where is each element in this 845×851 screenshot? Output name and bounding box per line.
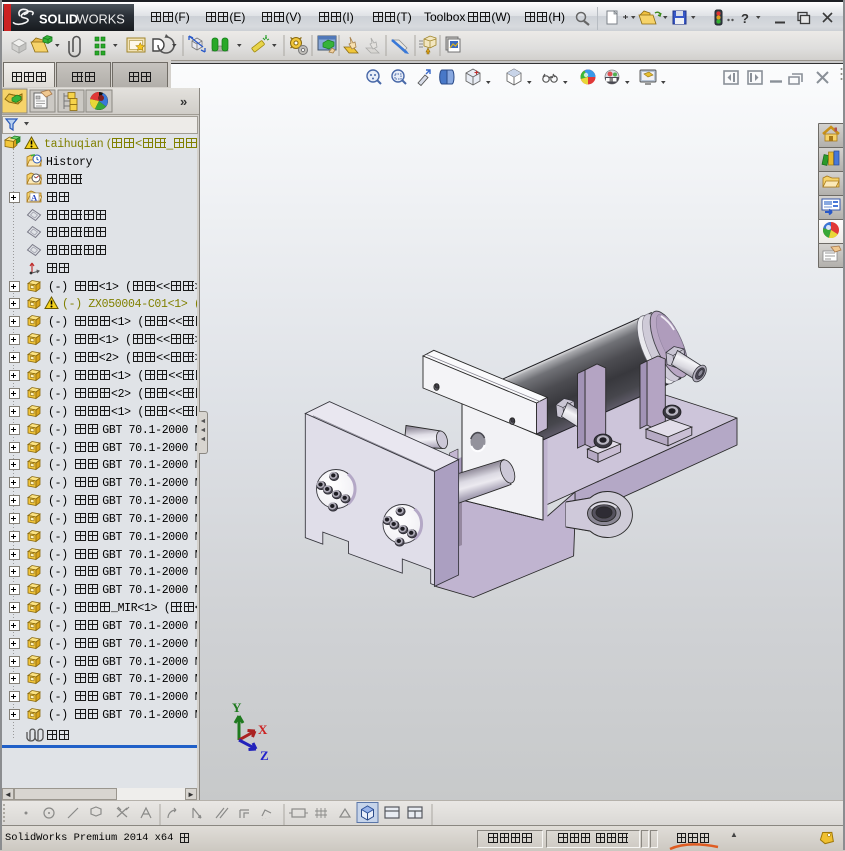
svg-text:Y: Y [232,700,242,715]
svg-text:A: A [31,193,38,203]
svg-text:WORKS: WORKS [77,12,125,27]
svg-text:X: X [258,722,268,737]
svg-text:?: ? [741,11,749,26]
svg-text:Z: Z [260,748,269,763]
svg-text:SOLID: SOLID [39,12,78,27]
